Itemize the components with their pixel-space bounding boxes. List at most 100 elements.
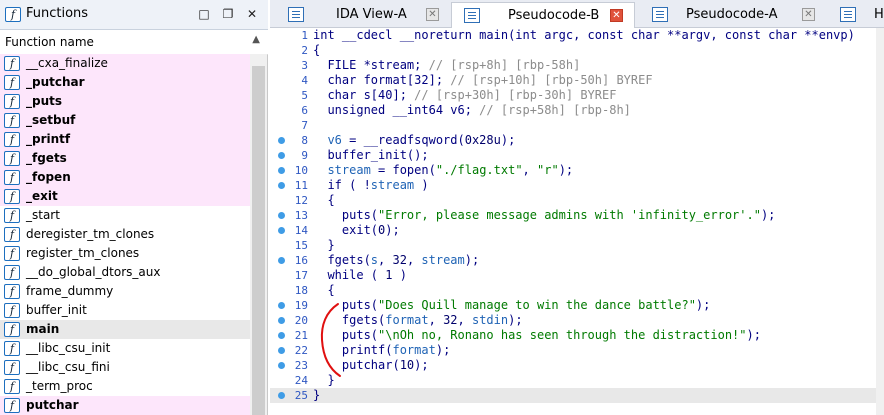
- restore-icon[interactable]: ❐: [220, 6, 236, 22]
- function-name: main: [26, 322, 60, 336]
- code-line[interactable]: 2{: [270, 43, 884, 58]
- code-line[interactable]: 13 puts("Error, please message admins wi…: [270, 208, 884, 223]
- code-text: puts("Error, please message admins with …: [313, 208, 776, 222]
- function-name-column-header[interactable]: Function name ▲: [0, 30, 268, 55]
- code-line[interactable]: 23 putchar(10);: [270, 358, 884, 373]
- tab-pseudocode-a[interactable]: Pseudocode-A ✕: [640, 2, 824, 28]
- function-name: _term_proc: [26, 379, 93, 393]
- hex-view-icon: [840, 7, 856, 22]
- function-list-item[interactable]: f frame_dummy: [0, 282, 250, 301]
- function-list-item[interactable]: f _start: [0, 206, 250, 225]
- line-number: 22: [294, 344, 308, 357]
- breakpoint-dot-icon[interactable]: [278, 347, 285, 354]
- function-list-item[interactable]: f register_tm_clones: [0, 244, 250, 263]
- line-number: 21: [294, 329, 308, 342]
- pseudocode-view[interactable]: 1 int __cdecl __noreturn main(int argc, c…: [270, 28, 884, 415]
- line-number: 17: [294, 269, 308, 282]
- function-list-item[interactable]: f __libc_csu_init: [0, 339, 250, 358]
- function-icon: f: [4, 208, 20, 223]
- function-list-item[interactable]: f buffer_init: [0, 301, 250, 320]
- function-name: _fopen: [26, 170, 71, 184]
- breakpoint-dot-icon[interactable]: [278, 167, 285, 174]
- line-number: 18: [294, 284, 308, 297]
- code-text: }: [313, 238, 335, 252]
- function-list-item[interactable]: f _setbuf: [0, 111, 250, 130]
- function-list-item[interactable]: f main: [0, 320, 250, 339]
- functions-scrollbar-thumb[interactable]: [252, 66, 265, 415]
- line-number: 16: [294, 254, 308, 267]
- tab-close-icon[interactable]: ✕: [610, 9, 623, 22]
- code-line[interactable]: 18 {: [270, 283, 884, 298]
- code-scrollbar[interactable]: [876, 28, 884, 415]
- code-line[interactable]: 9 buffer_init();: [270, 148, 884, 163]
- breakpoint-dot-icon[interactable]: [278, 182, 285, 189]
- code-text: {: [313, 283, 335, 297]
- code-line[interactable]: 5 char s[40]; // [rsp+30h] [rbp-30h] BYR…: [270, 88, 884, 103]
- code-line[interactable]: 25}: [270, 388, 884, 403]
- code-line[interactable]: 11 if ( !stream ): [270, 178, 884, 193]
- sort-up-icon[interactable]: ▲: [252, 34, 260, 45]
- tab-bar: IDA View-A ✕ Pseudocode-B ✕ Pseudocode-A…: [270, 0, 884, 28]
- tab-close-icon[interactable]: ✕: [802, 8, 815, 21]
- breakpoint-dot-icon[interactable]: [278, 257, 285, 264]
- code-line[interactable]: 3 FILE *stream; // [rsp+8h] [rbp-58h]: [270, 58, 884, 73]
- code-line[interactable]: 10 stream = fopen("./flag.txt", "r");: [270, 163, 884, 178]
- function-name: _fgets: [26, 151, 67, 165]
- code-text: char s[40]; // [rsp+30h] [rbp-30h] BYREF: [313, 88, 617, 102]
- tab-hex-view[interactable]: H: [828, 2, 884, 28]
- function-icon: f: [4, 75, 20, 90]
- breakpoint-dot-icon[interactable]: [278, 332, 285, 339]
- breakpoint-dot-icon[interactable]: [278, 152, 285, 159]
- function-list-item[interactable]: f __cxa_finalize: [0, 54, 250, 73]
- function-list-item[interactable]: f putchar: [0, 396, 250, 415]
- function-icon: f: [4, 284, 20, 299]
- code-line[interactable]: 8 v6 = __readfsqword(0x28u);: [270, 133, 884, 148]
- code-line[interactable]: 16 fgets(s, 32, stream);: [270, 253, 884, 268]
- breakpoint-dot-icon[interactable]: [278, 392, 285, 399]
- line-number: 9: [301, 149, 308, 162]
- code-text: {: [313, 193, 335, 207]
- function-icon: f: [4, 246, 20, 261]
- code-line[interactable]: 1 int __cdecl __noreturn main(int argc, c…: [270, 28, 884, 43]
- breakpoint-dot-icon[interactable]: [278, 302, 285, 309]
- code-line[interactable]: 7: [270, 118, 884, 133]
- breakpoint-dot-icon[interactable]: [278, 227, 285, 234]
- code-line[interactable]: 4 char format[32]; // [rsp+10h] [rbp-50h…: [270, 73, 884, 88]
- breakpoint-dot-icon[interactable]: [278, 317, 285, 324]
- tab-pseudocode-b[interactable]: Pseudocode-B ✕: [451, 2, 635, 28]
- code-line[interactable]: 15 }: [270, 238, 884, 253]
- maximize-icon[interactable]: □: [196, 6, 212, 22]
- function-list-item[interactable]: f _putchar: [0, 73, 250, 92]
- tab-close-icon[interactable]: ✕: [426, 8, 439, 21]
- function-list-item[interactable]: f deregister_tm_clones: [0, 225, 250, 244]
- code-text: if ( !stream ): [313, 178, 429, 192]
- line-number: 23: [294, 359, 308, 372]
- function-list-item[interactable]: f _fopen: [0, 168, 250, 187]
- function-list-item[interactable]: f __libc_csu_fini: [0, 358, 250, 377]
- function-name: _puts: [26, 94, 63, 108]
- function-list-item[interactable]: f _term_proc: [0, 377, 250, 396]
- function-list-item[interactable]: f _fgets: [0, 149, 250, 168]
- function-list-item[interactable]: f _puts: [0, 92, 250, 111]
- code-line[interactable]: 6 unsigned __int64 v6; // [rsp+58h] [rbp…: [270, 103, 884, 118]
- line-number: 12: [294, 194, 308, 207]
- code-line[interactable]: 14 exit(0);: [270, 223, 884, 238]
- code-line[interactable]: 21 puts("\nOh no, Ronano has seen throug…: [270, 328, 884, 343]
- breakpoint-dot-icon[interactable]: [278, 212, 285, 219]
- code-text: puts("Does Quill manage to win the dance…: [313, 298, 711, 312]
- close-icon[interactable]: ✕: [244, 6, 260, 22]
- function-list-item[interactable]: f __do_global_dtors_aux: [0, 263, 250, 282]
- code-line[interactable]: 20 fgets(format, 32, stdin);: [270, 313, 884, 328]
- function-list-item[interactable]: f _printf: [0, 130, 250, 149]
- function-name: register_tm_clones: [26, 246, 140, 260]
- code-line[interactable]: 22 printf(format);: [270, 343, 884, 358]
- breakpoint-dot-icon[interactable]: [278, 362, 285, 369]
- function-list-item[interactable]: f _exit: [0, 187, 250, 206]
- code-text: exit(0);: [313, 223, 400, 237]
- code-line[interactable]: 24 }: [270, 373, 884, 388]
- code-line[interactable]: 19 puts("Does Quill manage to win the da…: [270, 298, 884, 313]
- breakpoint-dot-icon[interactable]: [278, 137, 285, 144]
- tab-ida-view-a[interactable]: IDA View-A ✕: [276, 2, 446, 28]
- code-line[interactable]: 17 while ( 1 ): [270, 268, 884, 283]
- code-line[interactable]: 12 {: [270, 193, 884, 208]
